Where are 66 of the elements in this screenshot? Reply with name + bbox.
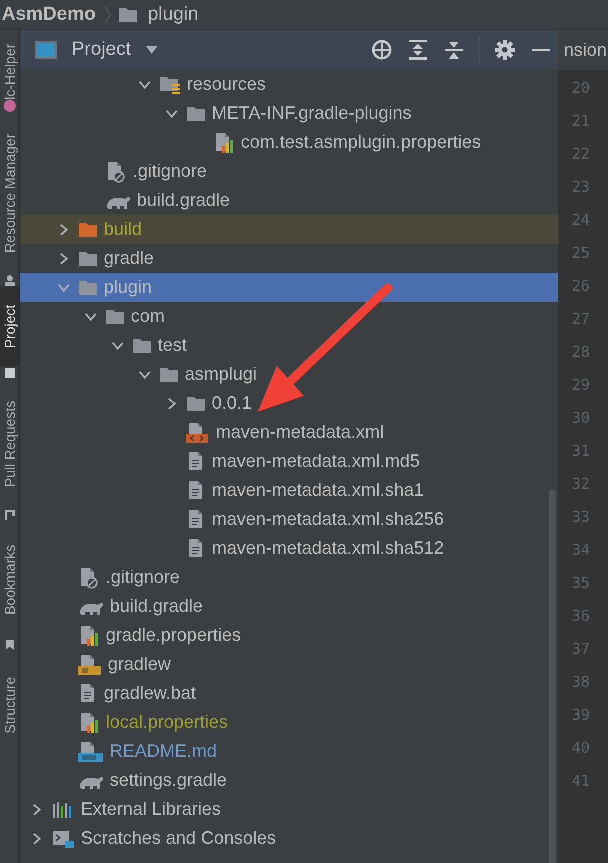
tool-window-tab[interactable]: Project xyxy=(0,287,19,367)
properties-file-icon xyxy=(213,132,235,154)
tree-item[interactable]: settings.gradle xyxy=(20,766,558,795)
tree-item[interactable]: gradle xyxy=(20,244,558,273)
collapse-all-icon[interactable] xyxy=(443,39,465,61)
properties-file-icon xyxy=(78,712,100,734)
tree-item[interactable]: com.test.asmplugin.properties xyxy=(20,128,558,157)
tool-window-tab[interactable]: Pull Requests xyxy=(0,378,19,510)
tree-item[interactable]: gradlew xyxy=(20,650,558,679)
folder-icon xyxy=(159,366,179,384)
breadcrumb-item[interactable]: AsmDemo xyxy=(0,4,98,26)
excluded-folder-icon xyxy=(78,220,98,238)
folder-icon xyxy=(105,308,125,326)
tree-item[interactable]: gradlew.bat xyxy=(20,679,558,708)
tree-item[interactable]: maven-metadata.xml xyxy=(20,418,558,447)
expand-all-icon[interactable] xyxy=(407,39,429,61)
tree-item[interactable]: 0.0.1 xyxy=(20,389,558,418)
ignored-file-icon xyxy=(105,160,127,182)
tree-item[interactable]: resources xyxy=(20,70,558,99)
xml-file-icon xyxy=(186,422,210,444)
tree-item[interactable]: Scratches and Consoles xyxy=(20,824,558,853)
folder-icon xyxy=(78,278,98,296)
tree-item[interactable]: build.gradle xyxy=(20,592,558,621)
tree-item[interactable]: com xyxy=(20,302,558,331)
resources-folder-icon xyxy=(159,74,181,94)
shell-file-icon xyxy=(78,654,102,676)
project-view-icon xyxy=(34,40,58,60)
tree-item[interactable]: maven-metadata.xml.md5 xyxy=(20,447,558,476)
folder-icon xyxy=(186,104,206,122)
tree-item[interactable]: build xyxy=(20,215,558,244)
tree-item[interactable]: asmplugi xyxy=(20,360,558,389)
properties-file-icon xyxy=(78,624,100,646)
separator-chevron-icon xyxy=(104,4,112,24)
person-icon xyxy=(4,275,16,288)
panel-title[interactable]: Project xyxy=(72,39,132,61)
tree-item[interactable]: .gitignore xyxy=(20,157,558,186)
folder-icon xyxy=(132,336,152,354)
markdown-file-icon xyxy=(78,740,104,762)
breadcrumb-item[interactable]: plugin xyxy=(146,4,201,26)
ignored-file-icon xyxy=(78,566,100,588)
folder-icon xyxy=(118,6,140,24)
scratches-icon xyxy=(51,828,75,848)
tool-window-tab[interactable]: Structure xyxy=(0,651,19,760)
tree-item[interactable]: META-INF.gradle-plugins xyxy=(20,99,558,128)
folder-icon xyxy=(186,394,206,412)
tree-item[interactable]: maven-metadata.xml.sha256 xyxy=(20,505,558,534)
tree-item[interactable]: gradle.properties xyxy=(20,621,558,650)
bookmark-icon xyxy=(4,639,16,652)
locate-icon[interactable] xyxy=(371,39,393,61)
settings-icon[interactable] xyxy=(494,39,516,61)
tool-window-tab[interactable]: Bookmarks xyxy=(0,521,19,640)
tree-item[interactable]: .gitignore xyxy=(20,563,558,592)
tree-item[interactable]: test xyxy=(20,331,558,360)
tree-item[interactable]: maven-metadata.xml.sha1 xyxy=(20,476,558,505)
tool-window-tab[interactable]: Resource Manager xyxy=(0,112,19,276)
folder-icon xyxy=(78,250,98,268)
tree-item[interactable]: build.gradle xyxy=(20,186,558,215)
tree-item[interactable]: External Libraries xyxy=(20,795,558,824)
circle-icon xyxy=(4,100,16,112)
panel-icon xyxy=(4,366,16,379)
dropdown-caret-icon[interactable] xyxy=(145,45,160,55)
editor-tab[interactable]: nsion xyxy=(558,30,608,70)
tree-item[interactable]: README.md xyxy=(20,737,558,766)
tool-window-tab[interactable]: lc-Helper xyxy=(0,30,19,100)
tree-item[interactable]: maven-metadata.xml.sha512 xyxy=(20,534,558,563)
tree-item[interactable]: local.properties xyxy=(20,708,558,737)
